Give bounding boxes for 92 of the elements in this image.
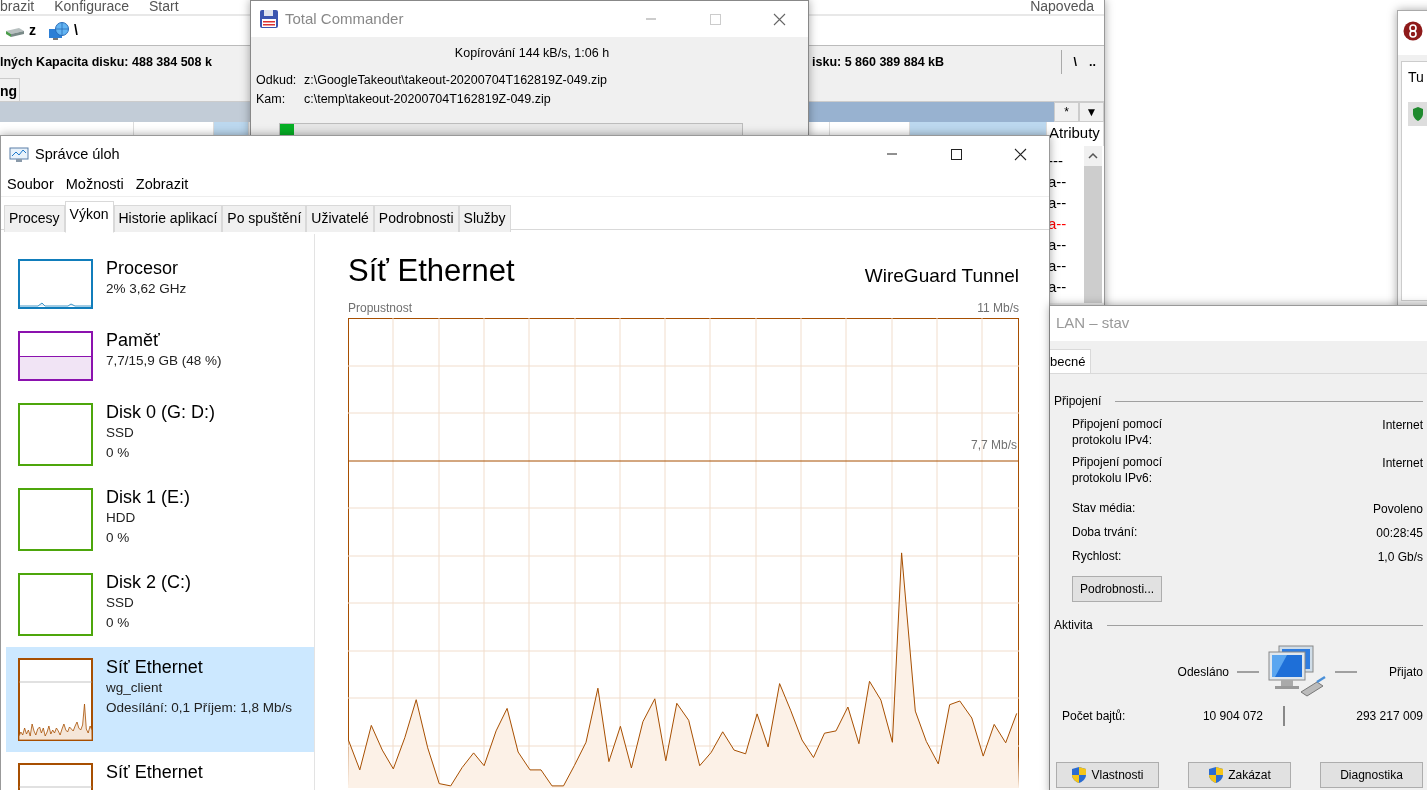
property-label: Stav média: [1072,500,1137,516]
resource-item[interactable]: Disk 2 (C:) SSD 0 % [6,562,314,647]
window-title: LAN – stav [1056,313,1130,334]
menu-item[interactable]: brazit [0,0,35,14]
globe-icon [48,20,70,41]
byte-count: 293 217 009 [1355,708,1423,725]
resource-detail: 0 % [106,444,131,462]
resource-name: Síť Ethernet [106,761,203,783]
floppy-icon [259,9,279,29]
property-label: Rychlost: [1072,548,1123,564]
graph-label: Propustnost [348,300,413,317]
property-value: 1,0 Gb/s [1377,549,1423,566]
filter-button[interactable]: * [1054,102,1079,122]
adapter-name: WireGuard Tunnel [864,263,1019,288]
history-button[interactable]: ▼ [1079,102,1104,122]
monitor-icon [9,145,29,164]
root-button[interactable]: \ [1069,51,1082,73]
property-value: 00:28:45 [1376,525,1423,542]
group-heading: Aktivita [1054,617,1093,634]
panel-tab[interactable]: ng [0,78,21,102]
dialog-button[interactable]: Vlastnosti [1056,762,1159,788]
resource-name: Disk 0 (G: D:) [106,401,215,423]
resource-item[interactable]: Paměť 7,7/15,9 GB (48 %) [6,320,314,392]
property-label: Doba trvání: [1072,524,1139,540]
copy-status: Kopírování 144 kB/s, 1:06 h [454,46,610,60]
resource-detail: SSD [106,424,135,442]
tab[interactable]: Historie aplikací [113,205,223,232]
tab[interactable]: Po spuštění [222,205,307,232]
sent-label: Odesláno [1177,664,1229,681]
resource-name: Procesor [106,257,180,279]
resource-detail: 2% 3,62 GHz [106,280,187,298]
scale-max-label: 11 Mb/s [977,300,1019,317]
menu-item[interactable]: Možnosti [65,173,124,196]
resource-detail: SSD [106,594,135,612]
dialog-button[interactable]: Diagnostika [1320,762,1423,788]
caret-up-icon [1084,146,1102,166]
app-icon [1403,21,1423,41]
details-button[interactable]: Podrobnosti... [1072,576,1163,602]
menu-item[interactable]: Zobrazit [135,173,189,196]
tab[interactable]: Procesy [4,205,65,232]
resource-name: Paměť [106,329,161,351]
byte-count: 10 904 072 [1201,708,1263,725]
resource-name: Disk 2 (C:) [106,571,191,593]
window-title: Správce úloh [35,144,120,164]
received-label: Přijato [1389,664,1423,681]
resource-item[interactable]: Síť Ethernet [6,752,314,790]
resource-detail: HDD [106,509,137,527]
path-text: z:\GoogleTakeout\takeout-20200704T162819Z-049.zip [304,71,607,89]
resource-name: Síť Ethernet [106,656,204,678]
resource-item[interactable]: Procesor 2% 3,62 GHz [6,248,314,320]
resource-name: Disk 1 (E:) [106,486,190,508]
resource-detail: 0 % [106,529,131,547]
property-value: Povoleno [1372,501,1423,518]
tab[interactable]: Uživatelé [306,205,374,232]
tab[interactable]: Výkon [64,201,114,233]
resource-detail: 7,7/15,9 GB (48 %) [106,352,222,370]
resource-item[interactable]: Disk 0 (G: D:) SSD 0 % [6,392,314,477]
disk-info: isku: 5 860 389 884 kB [812,53,945,71]
shield-icon [1412,106,1424,122]
scale-line-label: 7,7 Mb/s [970,437,1017,454]
path-label: Odkud: [256,71,298,89]
parent-button[interactable]: .. [1081,51,1104,73]
resource-detail: 0 % [106,614,131,632]
path-text: c:\temp\takeout-20200704T162819Z-049.zip [304,90,551,108]
resource-detail: wg_client [106,679,164,697]
tab[interactable]: Služby [458,205,511,232]
property-label: Připojení pomocí protokolu IPv4: [1072,416,1164,448]
group-heading: Připojení [1054,393,1102,410]
window-title: Total Commander [285,8,404,29]
menu-item[interactable]: Start [148,0,179,14]
disk-info: lných Kapacita disku: 488 384 508 k [0,54,212,69]
property-label: Připojení pomocí protokolu IPv6: [1072,454,1164,486]
resource-item[interactable]: Síť Ethernet wg_client Odesílání: 0,1 Příjem: 1,8 Mb/s [6,647,314,752]
menu-item[interactable]: Konfigurace [54,0,129,14]
drive-button[interactable]: \ [48,20,78,41]
property-value: Internet [1382,455,1423,472]
bytes-label: Počet bajtů: [1062,708,1127,725]
menu-item[interactable]: Napoveda [1030,0,1094,14]
tab[interactable]: becné [1050,349,1092,374]
panel-tab[interactable]: Tu [1408,67,1427,88]
path-label: Kam: [256,90,287,108]
column-header[interactable] [214,122,249,135]
resource-item[interactable]: Disk 1 (E:) HDD 0 % [6,477,314,562]
dialog-button[interactable]: Zakázat [1188,762,1291,788]
column-header[interactable] [910,122,1047,135]
section-title: Síť Ethernet [348,252,515,290]
tab[interactable]: Podrobnosti [373,205,459,232]
scrollbar[interactable] [1084,146,1102,303]
menu-item[interactable]: Soubor [7,173,54,196]
drive-button[interactable]: z [5,20,36,41]
property-value: Internet [1382,417,1423,434]
resource-detail: Odesílání: 0,1 Příjem: 1,8 Mb/s [106,699,293,717]
